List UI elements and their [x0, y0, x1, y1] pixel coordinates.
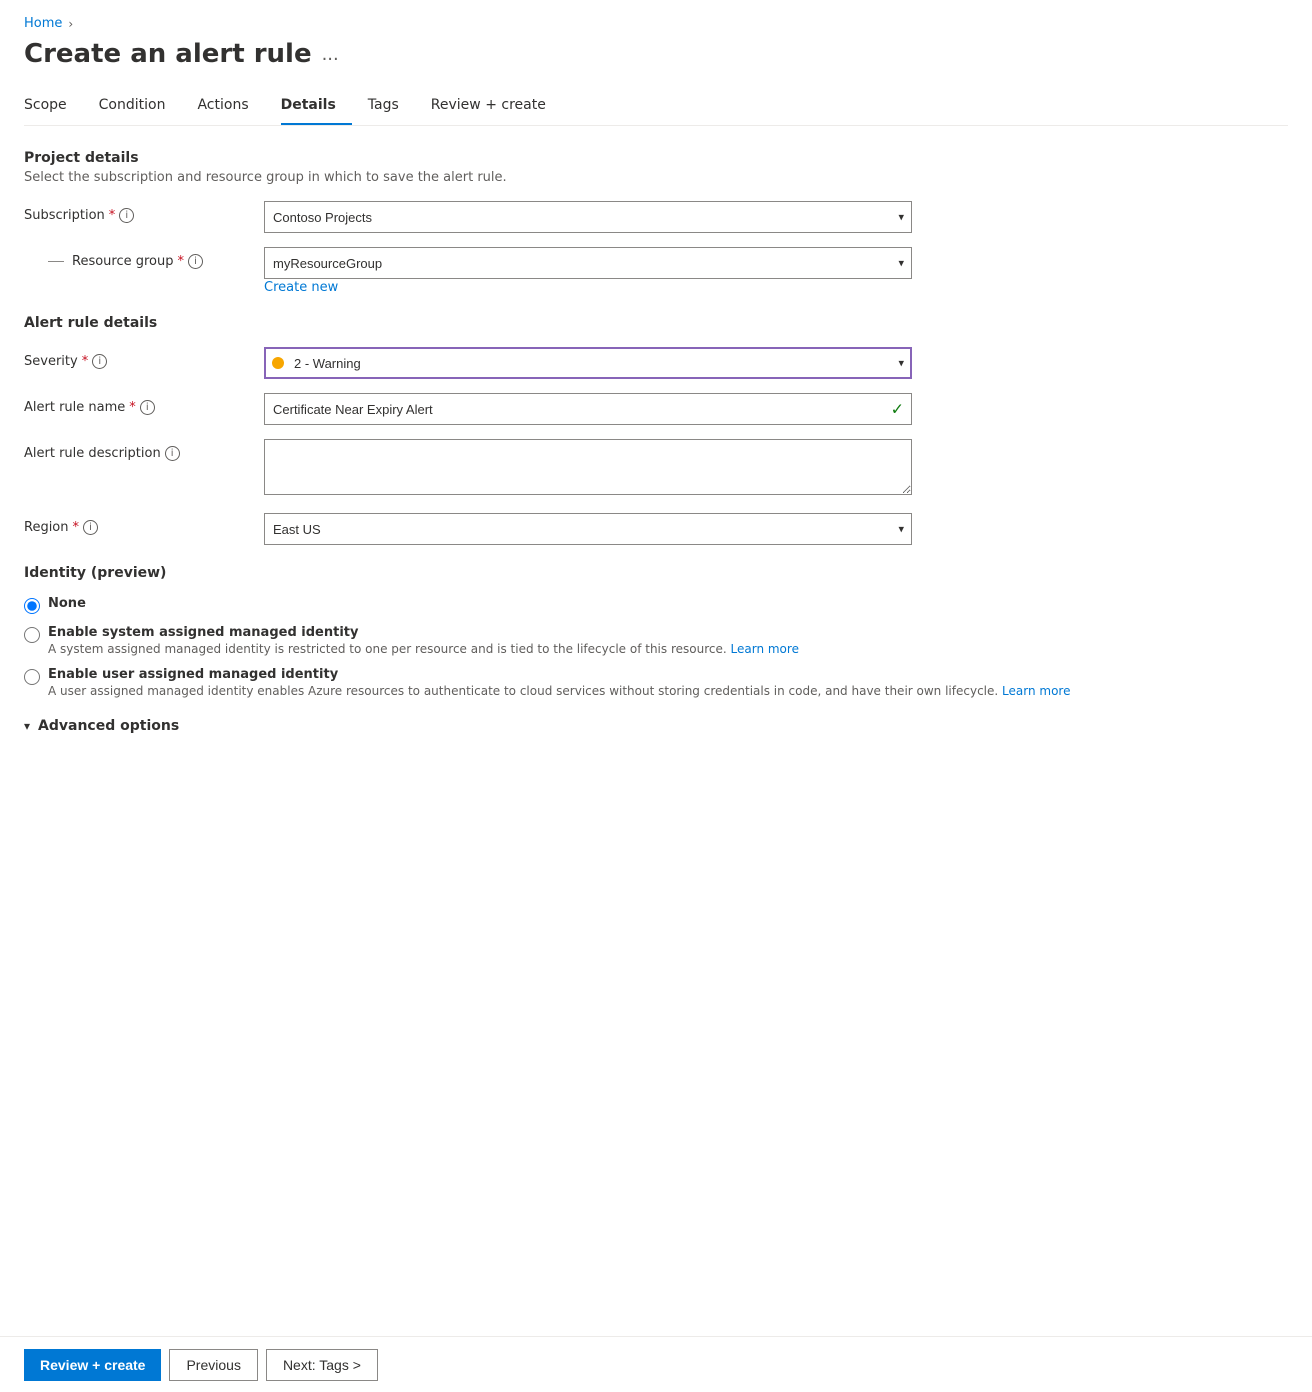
breadcrumb-separator: ›	[68, 17, 73, 31]
tab-actions[interactable]: Actions	[197, 89, 264, 125]
tab-condition[interactable]: Condition	[99, 89, 182, 125]
alert-rule-name-group: Alert rule name * i ✓	[24, 393, 1288, 425]
create-new-link[interactable]: Create new	[264, 280, 338, 295]
tab-bar: Scope Condition Actions Details Tags Rev…	[24, 89, 1288, 126]
page-title-menu[interactable]: ...	[322, 44, 339, 65]
tab-scope[interactable]: Scope	[24, 89, 83, 125]
footer-bar: Review + create Previous Next: Tags >	[0, 1336, 1312, 1392]
identity-user-label-wrapper: Enable user assigned managed identity A …	[48, 666, 1070, 698]
region-group: Region * i East US ▾	[24, 513, 1288, 545]
tab-details[interactable]: Details	[281, 89, 352, 125]
region-control: East US ▾	[264, 513, 912, 545]
identity-none-label-wrapper: None	[48, 595, 86, 611]
resource-group-select-wrapper: myResourceGroup ▾	[264, 247, 912, 279]
alert-rule-name-input[interactable]	[264, 393, 912, 425]
resource-group-label: Resource group * i	[24, 247, 264, 269]
project-details-subtitle: Select the subscription and resource gro…	[24, 170, 1288, 185]
resource-group-info-icon[interactable]: i	[188, 254, 203, 269]
alert-rule-details-title: Alert rule details	[24, 315, 1288, 331]
footer-spacer	[24, 734, 1288, 814]
alert-rule-description-label: Alert rule description i	[24, 439, 264, 461]
identity-radio-group: None Enable system assigned managed iden…	[24, 595, 1288, 698]
alert-rule-description-info-icon[interactable]: i	[165, 446, 180, 461]
identity-user-label[interactable]: Enable user assigned managed identity	[48, 667, 338, 682]
identity-none-radio[interactable]	[24, 598, 40, 614]
previous-button[interactable]: Previous	[169, 1349, 257, 1381]
alert-rule-name-info-icon[interactable]: i	[140, 400, 155, 415]
severity-label: Severity * i	[24, 347, 264, 369]
identity-user-option: Enable user assigned managed identity A …	[24, 666, 1288, 698]
alert-rule-description-group: Alert rule description i	[24, 439, 1288, 499]
identity-system-label[interactable]: Enable system assigned managed identity	[48, 625, 358, 640]
subscription-label: Subscription * i	[24, 201, 264, 223]
subscription-control: Contoso Projects ▾	[264, 201, 912, 233]
region-info-icon[interactable]: i	[83, 520, 98, 535]
identity-system-learn-more-link[interactable]: Learn more	[731, 642, 799, 656]
advanced-options-toggle[interactable]: ▾ Advanced options	[24, 718, 1288, 734]
project-details-title: Project details	[24, 150, 1288, 166]
tab-tags[interactable]: Tags	[368, 89, 415, 125]
breadcrumb: Home ›	[24, 16, 1288, 31]
alert-rule-name-label: Alert rule name * i	[24, 393, 264, 415]
advanced-options-chevron-icon: ▾	[24, 719, 30, 733]
alert-rule-name-required: *	[129, 400, 136, 415]
advanced-options-label: Advanced options	[38, 718, 179, 734]
identity-user-description: A user assigned managed identity enables…	[48, 684, 1070, 698]
subscription-info-icon[interactable]: i	[119, 208, 134, 223]
severity-select-wrapper: 2 - Warning ▾	[264, 347, 912, 379]
alert-rule-name-input-wrapper: ✓	[264, 393, 912, 425]
region-select[interactable]: East US	[264, 513, 912, 545]
breadcrumb-home-link[interactable]: Home	[24, 16, 62, 31]
region-label: Region * i	[24, 513, 264, 535]
page-title: Create an alert rule	[24, 39, 312, 69]
resource-group-group: Resource group * i myResourceGroup ▾ Cre…	[24, 247, 1288, 295]
subscription-select-wrapper: Contoso Projects ▾	[264, 201, 912, 233]
identity-system-description: A system assigned managed identity is re…	[48, 642, 799, 656]
region-select-wrapper: East US ▾	[264, 513, 912, 545]
identity-user-learn-more-link[interactable]: Learn more	[1002, 684, 1070, 698]
spacer	[24, 335, 1288, 347]
page-title-row: Create an alert rule ...	[24, 39, 1288, 69]
tab-review-create[interactable]: Review + create	[431, 89, 562, 125]
identity-system-label-wrapper: Enable system assigned managed identity …	[48, 624, 799, 656]
severity-control: 2 - Warning ▾	[264, 347, 912, 379]
identity-user-radio[interactable]	[24, 669, 40, 685]
resource-group-required: *	[178, 254, 185, 269]
alert-rule-description-control	[264, 439, 912, 499]
alert-rule-name-control: ✓	[264, 393, 912, 425]
identity-none-option: None	[24, 595, 1288, 614]
region-required: *	[73, 520, 80, 535]
alert-rule-description-textarea[interactable]	[264, 439, 912, 495]
subscription-required: *	[109, 208, 116, 223]
identity-system-option: Enable system assigned managed identity …	[24, 624, 1288, 656]
review-create-button[interactable]: Review + create	[24, 1349, 161, 1381]
resource-group-select[interactable]: myResourceGroup	[264, 247, 912, 279]
severity-info-icon[interactable]: i	[92, 354, 107, 369]
severity-group: Severity * i 2 - Warning ▾	[24, 347, 1288, 379]
next-tags-button[interactable]: Next: Tags >	[266, 1349, 378, 1381]
resource-group-control: myResourceGroup ▾ Create new	[264, 247, 912, 295]
alert-rule-name-check-icon: ✓	[891, 400, 904, 419]
identity-none-label[interactable]: None	[48, 596, 86, 611]
subscription-select[interactable]: Contoso Projects	[264, 201, 912, 233]
subscription-group: Subscription * i Contoso Projects ▾	[24, 201, 1288, 233]
identity-system-radio[interactable]	[24, 627, 40, 643]
severity-select[interactable]: 2 - Warning	[264, 347, 912, 379]
identity-section-title: Identity (preview)	[24, 565, 1288, 581]
severity-required: *	[82, 354, 89, 369]
